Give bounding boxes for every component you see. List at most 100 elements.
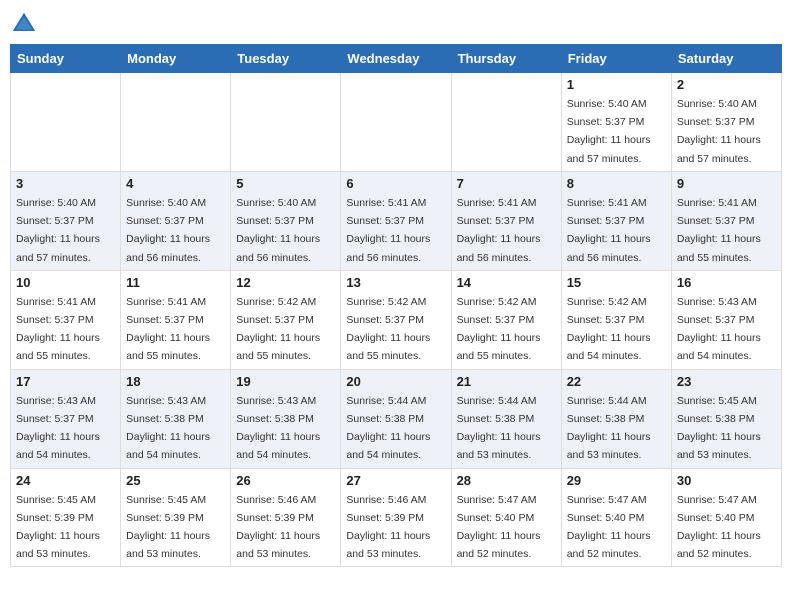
day-number: 24 (16, 473, 115, 488)
day-number: 29 (567, 473, 666, 488)
calendar-cell: 23 Sunrise: 5:45 AM Sunset: 5:38 PM Dayli… (671, 369, 781, 468)
day-info: Sunrise: 5:42 AM Sunset: 5:37 PM Dayligh… (567, 296, 651, 363)
calendar-cell: 30 Sunrise: 5:47 AM Sunset: 5:40 PM Dayli… (671, 468, 781, 567)
day-of-week-header: Wednesday (341, 45, 451, 73)
day-number: 25 (126, 473, 225, 488)
day-info: Sunrise: 5:44 AM Sunset: 5:38 PM Dayligh… (567, 395, 651, 462)
calendar-cell: 16 Sunrise: 5:43 AM Sunset: 5:37 PM Dayli… (671, 270, 781, 369)
day-number: 10 (16, 275, 115, 290)
calendar-cell: 2 Sunrise: 5:40 AM Sunset: 5:37 PM Daylig… (671, 73, 781, 172)
day-number: 12 (236, 275, 335, 290)
day-info: Sunrise: 5:45 AM Sunset: 5:38 PM Dayligh… (677, 395, 761, 462)
day-number: 18 (126, 374, 225, 389)
day-info: Sunrise: 5:42 AM Sunset: 5:37 PM Dayligh… (346, 296, 430, 363)
calendar-cell: 29 Sunrise: 5:47 AM Sunset: 5:40 PM Dayli… (561, 468, 671, 567)
calendar-cell: 17 Sunrise: 5:43 AM Sunset: 5:37 PM Dayli… (11, 369, 121, 468)
day-info: Sunrise: 5:41 AM Sunset: 5:37 PM Dayligh… (457, 197, 541, 264)
calendar-cell: 22 Sunrise: 5:44 AM Sunset: 5:38 PM Dayli… (561, 369, 671, 468)
day-info: Sunrise: 5:41 AM Sunset: 5:37 PM Dayligh… (567, 197, 651, 264)
calendar-cell (341, 73, 451, 172)
calendar-week-row: 17 Sunrise: 5:43 AM Sunset: 5:37 PM Dayli… (11, 369, 782, 468)
day-info: Sunrise: 5:40 AM Sunset: 5:37 PM Dayligh… (677, 98, 761, 165)
day-number: 21 (457, 374, 556, 389)
calendar-week-row: 1 Sunrise: 5:40 AM Sunset: 5:37 PM Daylig… (11, 73, 782, 172)
day-number: 6 (346, 176, 445, 191)
day-info: Sunrise: 5:45 AM Sunset: 5:39 PM Dayligh… (126, 494, 210, 561)
calendar-cell: 5 Sunrise: 5:40 AM Sunset: 5:37 PM Daylig… (231, 171, 341, 270)
day-number: 11 (126, 275, 225, 290)
day-number: 3 (16, 176, 115, 191)
day-info: Sunrise: 5:47 AM Sunset: 5:40 PM Dayligh… (677, 494, 761, 561)
calendar-cell: 8 Sunrise: 5:41 AM Sunset: 5:37 PM Daylig… (561, 171, 671, 270)
day-number: 2 (677, 77, 776, 92)
day-number: 20 (346, 374, 445, 389)
day-info: Sunrise: 5:42 AM Sunset: 5:37 PM Dayligh… (457, 296, 541, 363)
day-number: 30 (677, 473, 776, 488)
day-number: 8 (567, 176, 666, 191)
day-number: 1 (567, 77, 666, 92)
calendar-cell: 6 Sunrise: 5:41 AM Sunset: 5:37 PM Daylig… (341, 171, 451, 270)
day-of-week-header: Monday (121, 45, 231, 73)
day-number: 26 (236, 473, 335, 488)
calendar-cell: 11 Sunrise: 5:41 AM Sunset: 5:37 PM Dayli… (121, 270, 231, 369)
day-info: Sunrise: 5:43 AM Sunset: 5:38 PM Dayligh… (126, 395, 210, 462)
day-info: Sunrise: 5:43 AM Sunset: 5:37 PM Dayligh… (16, 395, 100, 462)
calendar-cell: 4 Sunrise: 5:40 AM Sunset: 5:37 PM Daylig… (121, 171, 231, 270)
day-number: 4 (126, 176, 225, 191)
day-number: 9 (677, 176, 776, 191)
day-info: Sunrise: 5:40 AM Sunset: 5:37 PM Dayligh… (126, 197, 210, 264)
day-info: Sunrise: 5:40 AM Sunset: 5:37 PM Dayligh… (236, 197, 320, 264)
day-of-week-header: Thursday (451, 45, 561, 73)
day-number: 27 (346, 473, 445, 488)
calendar-week-row: 10 Sunrise: 5:41 AM Sunset: 5:37 PM Dayli… (11, 270, 782, 369)
day-number: 16 (677, 275, 776, 290)
calendar-cell: 25 Sunrise: 5:45 AM Sunset: 5:39 PM Dayli… (121, 468, 231, 567)
day-number: 15 (567, 275, 666, 290)
calendar-cell: 9 Sunrise: 5:41 AM Sunset: 5:37 PM Daylig… (671, 171, 781, 270)
calendar-cell (121, 73, 231, 172)
calendar-cell: 12 Sunrise: 5:42 AM Sunset: 5:37 PM Dayli… (231, 270, 341, 369)
day-number: 17 (16, 374, 115, 389)
day-of-week-header: Saturday (671, 45, 781, 73)
calendar-cell: 10Sunrise: 5:41 AM Sunset: 5:37 PM Dayli… (11, 270, 121, 369)
day-number: 19 (236, 374, 335, 389)
page-header (10, 10, 782, 38)
day-info: Sunrise: 5:47 AM Sunset: 5:40 PM Dayligh… (567, 494, 651, 561)
calendar-cell (11, 73, 121, 172)
day-info: Sunrise: 5:40 AM Sunset: 5:37 PM Dayligh… (567, 98, 651, 165)
day-info: Sunrise: 5:45 AM Sunset: 5:39 PM Dayligh… (16, 494, 100, 561)
calendar-cell: 15 Sunrise: 5:42 AM Sunset: 5:37 PM Dayli… (561, 270, 671, 369)
day-info: Sunrise: 5:43 AM Sunset: 5:38 PM Dayligh… (236, 395, 320, 462)
calendar-cell: 13 Sunrise: 5:42 AM Sunset: 5:37 PM Dayli… (341, 270, 451, 369)
logo (10, 10, 42, 38)
calendar-cell: 24 Sunrise: 5:45 AM Sunset: 5:39 PM Dayli… (11, 468, 121, 567)
calendar-cell: 14 Sunrise: 5:42 AM Sunset: 5:37 PM Dayli… (451, 270, 561, 369)
calendar-cell: 27Sunrise: 5:46 AM Sunset: 5:39 PM Dayli… (341, 468, 451, 567)
day-info: Sunrise: 5:42 AM Sunset: 5:37 PM Dayligh… (236, 296, 320, 363)
day-info: Sunrise: 5:44 AM Sunset: 5:38 PM Dayligh… (346, 395, 430, 462)
day-number: 13 (346, 275, 445, 290)
day-of-week-header: Sunday (11, 45, 121, 73)
calendar-cell: 18 Sunrise: 5:43 AM Sunset: 5:38 PM Dayli… (121, 369, 231, 468)
day-number: 22 (567, 374, 666, 389)
day-info: Sunrise: 5:43 AM Sunset: 5:37 PM Dayligh… (677, 296, 761, 363)
day-info: Sunrise: 5:41 AM Sunset: 5:37 PM Dayligh… (346, 197, 430, 264)
calendar-header-row: SundayMondayTuesdayWednesdayThursdayFrid… (11, 45, 782, 73)
calendar-cell: 21Sunrise: 5:44 AM Sunset: 5:38 PM Dayli… (451, 369, 561, 468)
day-number: 5 (236, 176, 335, 191)
day-info: Sunrise: 5:47 AM Sunset: 5:40 PM Dayligh… (457, 494, 541, 561)
day-of-week-header: Friday (561, 45, 671, 73)
calendar-cell: 20 Sunrise: 5:44 AM Sunset: 5:38 PM Dayli… (341, 369, 451, 468)
calendar-cell (231, 73, 341, 172)
day-number: 7 (457, 176, 556, 191)
calendar-cell: 26 Sunrise: 5:46 AM Sunset: 5:39 PM Dayli… (231, 468, 341, 567)
day-info: Sunrise: 5:46 AM Sunset: 5:39 PM Dayligh… (236, 494, 320, 561)
day-number: 14 (457, 275, 556, 290)
calendar-cell: 1 Sunrise: 5:40 AM Sunset: 5:37 PM Daylig… (561, 73, 671, 172)
calendar-cell: 28Sunrise: 5:47 AM Sunset: 5:40 PM Dayli… (451, 468, 561, 567)
calendar-cell: 7 Sunrise: 5:41 AM Sunset: 5:37 PM Daylig… (451, 171, 561, 270)
day-info: Sunrise: 5:41 AM Sunset: 5:37 PM Dayligh… (677, 197, 761, 264)
logo-icon (10, 10, 38, 38)
day-info: Sunrise: 5:41 AM Sunset: 5:37 PM Dayligh… (126, 296, 210, 363)
day-number: 23 (677, 374, 776, 389)
